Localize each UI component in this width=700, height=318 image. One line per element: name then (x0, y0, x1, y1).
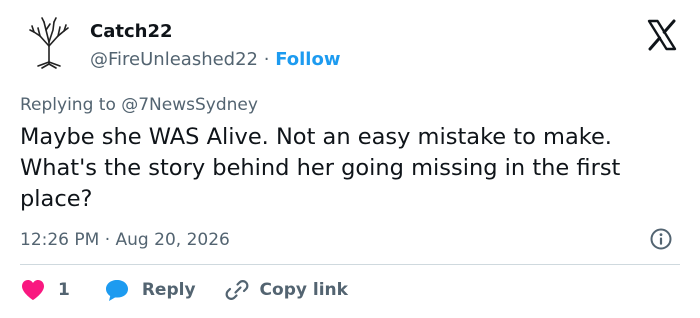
author-display-name[interactable]: Catch22 (90, 20, 173, 44)
author-handle[interactable]: @FireUnleashed22 (90, 49, 258, 70)
reply-label: Reply (141, 280, 196, 300)
tweet-text: Maybe she WAS Alive. Not an easy mistake… (20, 124, 621, 212)
tweet-timestamp[interactable]: 12:26 PM · Aug 20, 2026 (20, 228, 230, 252)
author-handle-row: @FireUnleashed22 · Follow (90, 48, 340, 72)
handle-separator: · (263, 49, 276, 70)
speech-bubble-icon (105, 280, 128, 301)
replying-to-label[interactable]: Replying to @7NewsSydney (20, 93, 258, 117)
tweet-card: Catch22 @FireUnleashed22 · Follow Replyi… (0, 0, 700, 318)
like-count: 1 (58, 280, 70, 300)
copy-link-label: Copy link (259, 280, 348, 300)
divider (20, 264, 680, 265)
copy-link-button[interactable]: Copy link (224, 278, 348, 302)
link-icon (225, 280, 248, 300)
tree-avatar-icon[interactable] (20, 12, 78, 70)
like-action[interactable]: 1 (20, 278, 104, 302)
reply-button[interactable]: Reply (104, 278, 224, 302)
action-bar: 1 Reply Copy link (20, 276, 348, 304)
x-logo-icon[interactable] (646, 19, 678, 51)
info-icon[interactable] (649, 227, 673, 251)
heart-icon[interactable] (20, 278, 46, 302)
follow-button[interactable]: Follow (275, 49, 340, 70)
